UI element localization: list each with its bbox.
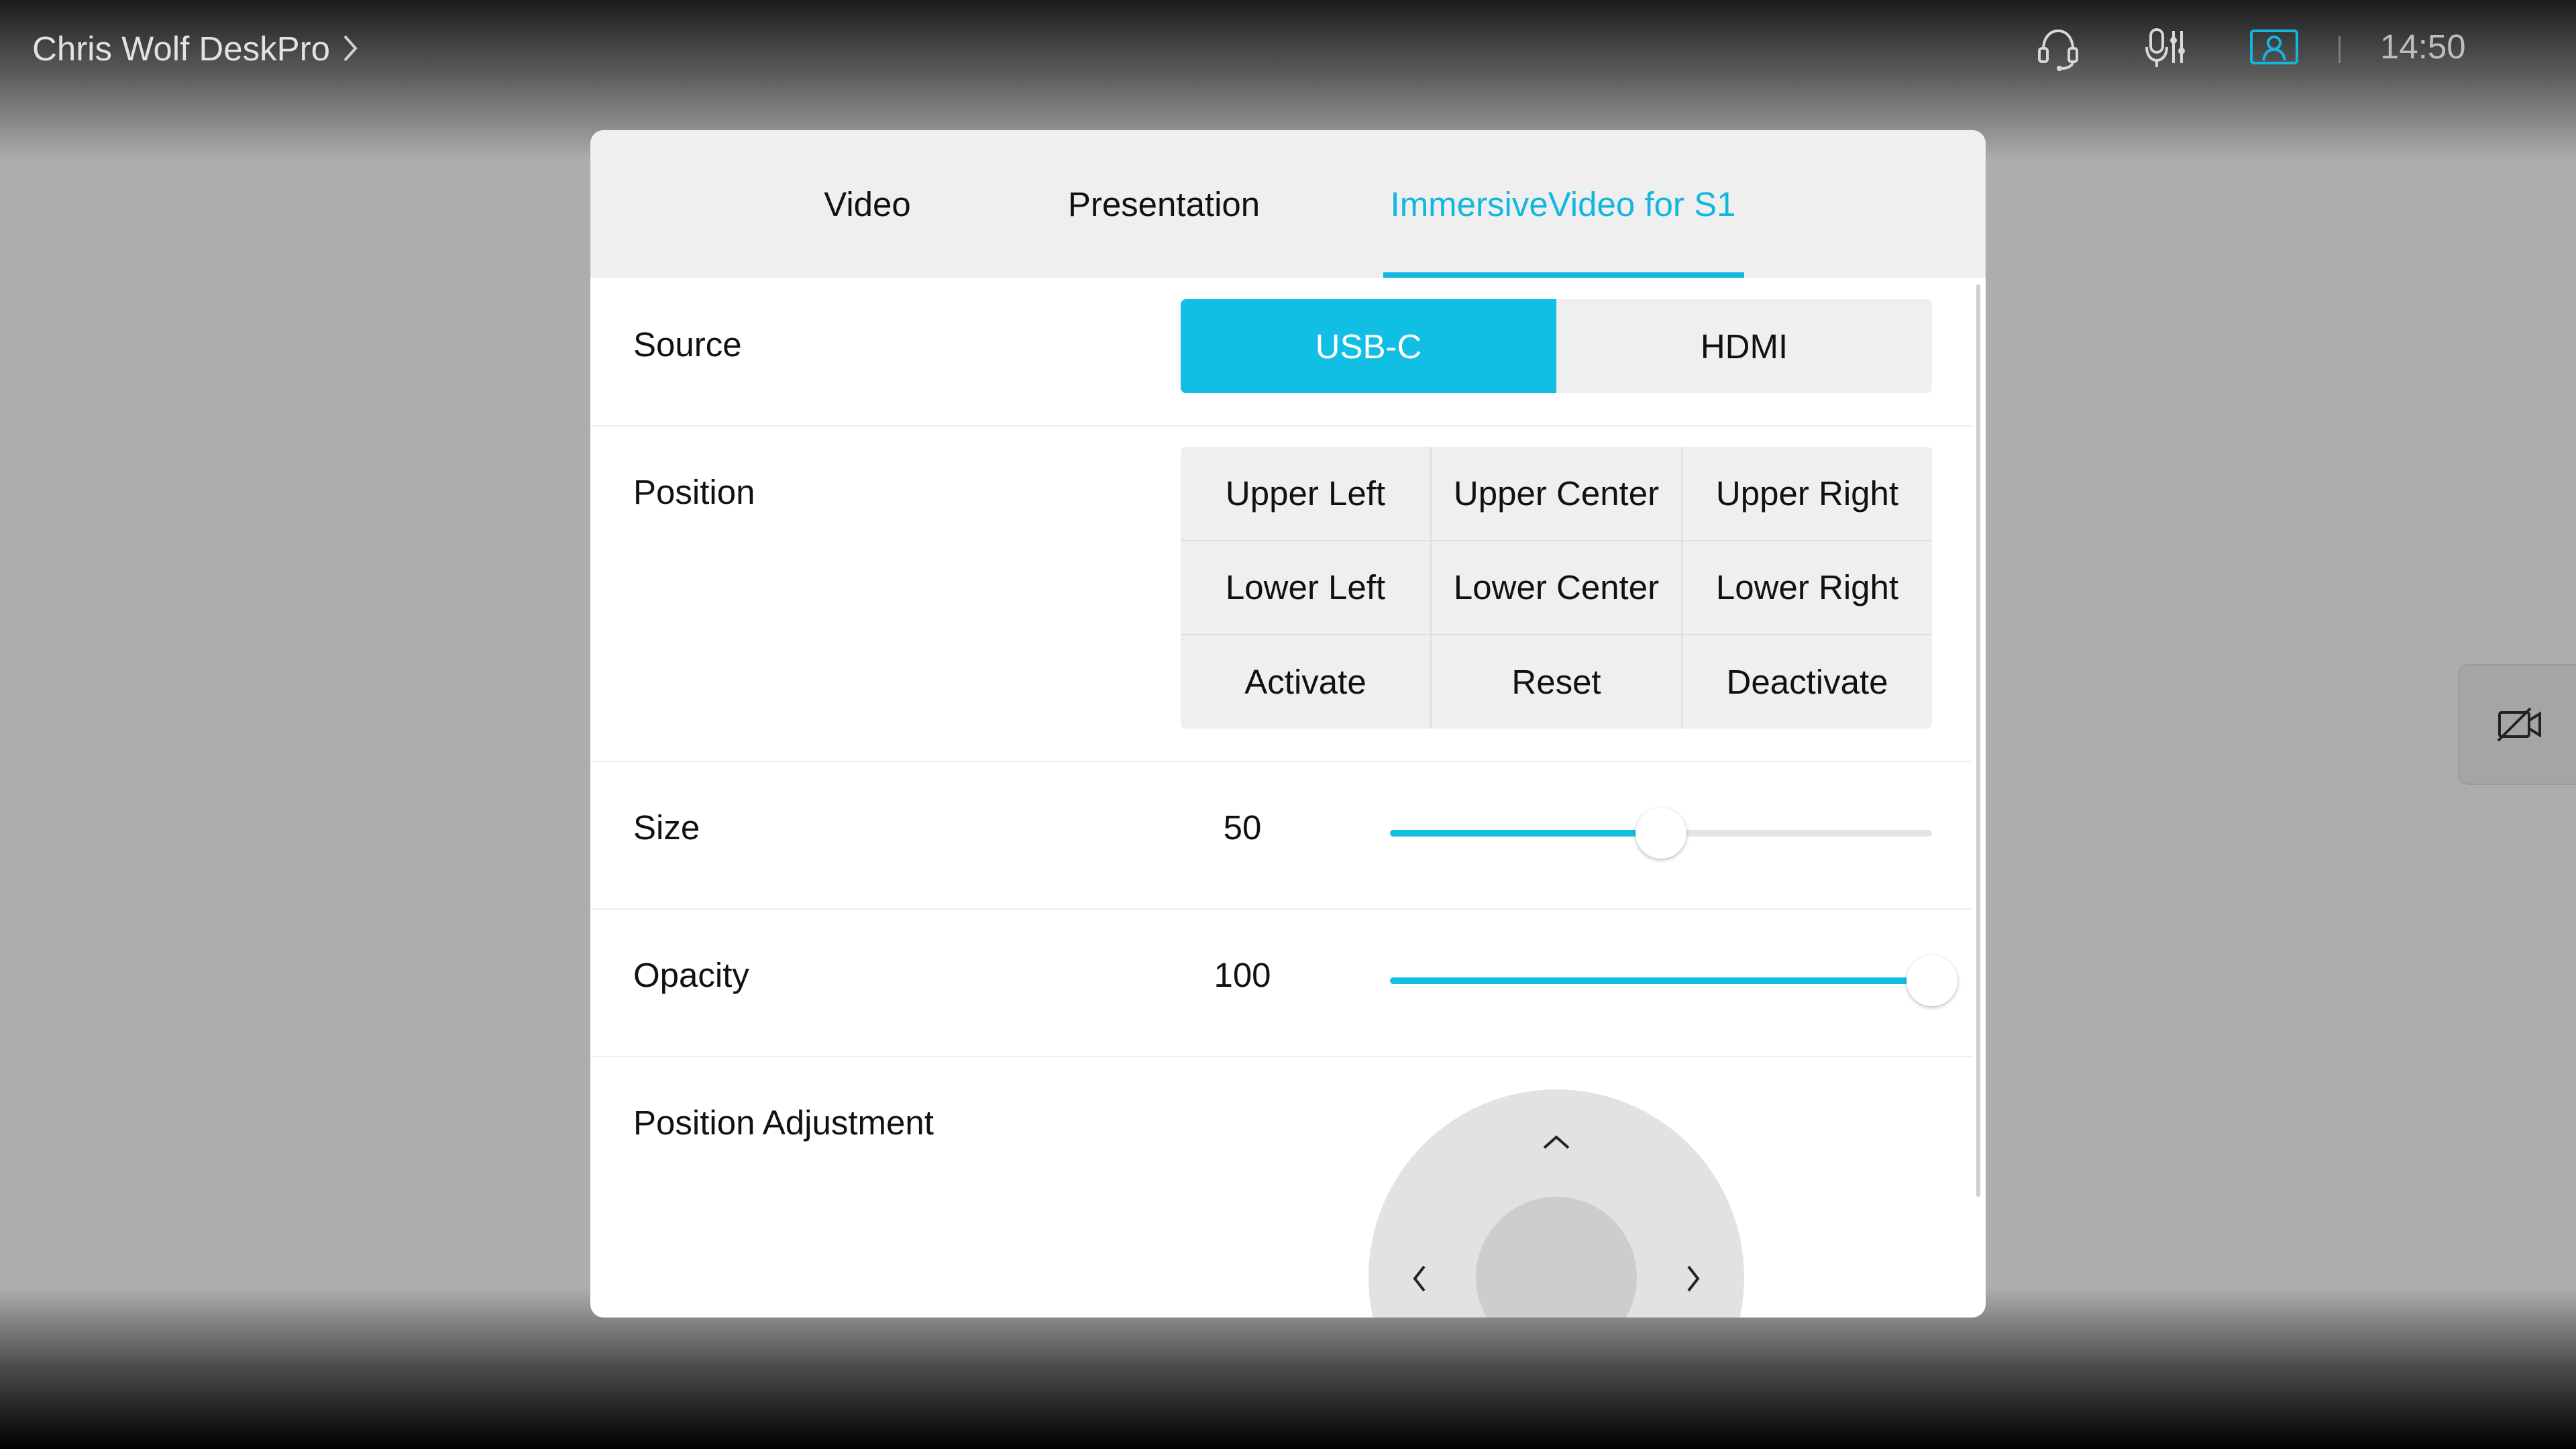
row-divider	[590, 1056, 1972, 1057]
tab-immersive-video[interactable]: ImmersiveVideo for S1	[1382, 130, 1744, 278]
source-selector: USB-C HDMI	[1181, 299, 1932, 393]
status-divider	[2339, 36, 2341, 63]
opacity-slider[interactable]	[1390, 954, 1957, 1008]
right-arrow-icon[interactable]	[1672, 1257, 1715, 1300]
up-arrow-icon[interactable]	[1535, 1120, 1578, 1163]
dpad-center-button[interactable]	[1476, 1197, 1637, 1318]
position-grid: Upper Left Upper Center Upper Right Lowe…	[1181, 447, 1932, 729]
size-slider[interactable]	[1390, 806, 1932, 860]
camera-off-button[interactable]	[2458, 664, 2576, 785]
clock: 14:50	[2380, 28, 2466, 66]
lower-right-button[interactable]: Lower Right	[1682, 541, 1932, 635]
deactivate-button[interactable]: Deactivate	[1682, 635, 1932, 729]
size-label: Size	[633, 808, 700, 847]
opacity-slider-fill	[1390, 977, 1932, 984]
source-label: Source	[633, 325, 742, 364]
position-label: Position	[633, 473, 755, 511]
opacity-slider-thumb[interactable]	[1907, 955, 1957, 1006]
upper-center-button[interactable]: Upper Center	[1432, 447, 1681, 540]
reset-button[interactable]: Reset	[1432, 635, 1681, 729]
opacity-label: Opacity	[633, 956, 749, 994]
size-slider-fill	[1390, 830, 1661, 837]
immersive-video-panel: Video Presentation ImmersiveVideo for S1…	[590, 130, 1986, 1318]
row-divider	[590, 425, 1972, 427]
lower-left-button[interactable]: Lower Left	[1181, 541, 1430, 635]
opacity-value: 100	[1214, 956, 1271, 994]
position-dpad	[1368, 1089, 1744, 1318]
selfview-icon[interactable]	[2246, 20, 2302, 76]
tab-video[interactable]: Video	[805, 130, 930, 278]
upper-right-button[interactable]: Upper Right	[1682, 447, 1932, 540]
tab-bar: Video Presentation ImmersiveVideo for S1	[590, 130, 1986, 278]
active-tab-indicator	[1383, 272, 1744, 278]
chevron-right-icon	[343, 35, 358, 62]
left-arrow-icon[interactable]	[1398, 1257, 1441, 1300]
size-value: 50	[1223, 808, 1262, 847]
lower-center-button[interactable]: Lower Center	[1432, 541, 1681, 635]
source-hdmi-button[interactable]: HDMI	[1556, 299, 1932, 393]
mic-settings-icon[interactable]	[2137, 20, 2194, 76]
source-usbc-button[interactable]: USB-C	[1181, 299, 1556, 393]
tab-presentation[interactable]: Presentation	[1046, 130, 1281, 278]
panel-scrollbar[interactable]	[1976, 284, 1980, 1197]
status-bar: 14:50	[2026, 20, 2576, 76]
activate-button[interactable]: Activate	[1181, 635, 1430, 729]
row-divider	[590, 908, 1972, 910]
camera-off-icon	[2497, 707, 2541, 742]
position-adjustment-label: Position Adjustment	[633, 1104, 934, 1142]
upper-left-button[interactable]: Upper Left	[1181, 447, 1430, 540]
size-slider-thumb[interactable]	[1635, 808, 1686, 859]
headset-icon[interactable]	[2030, 20, 2086, 76]
device-name-button[interactable]: Chris Wolf DeskPro	[32, 24, 360, 72]
device-name-label: Chris Wolf DeskPro	[32, 29, 330, 68]
row-divider	[590, 761, 1972, 762]
